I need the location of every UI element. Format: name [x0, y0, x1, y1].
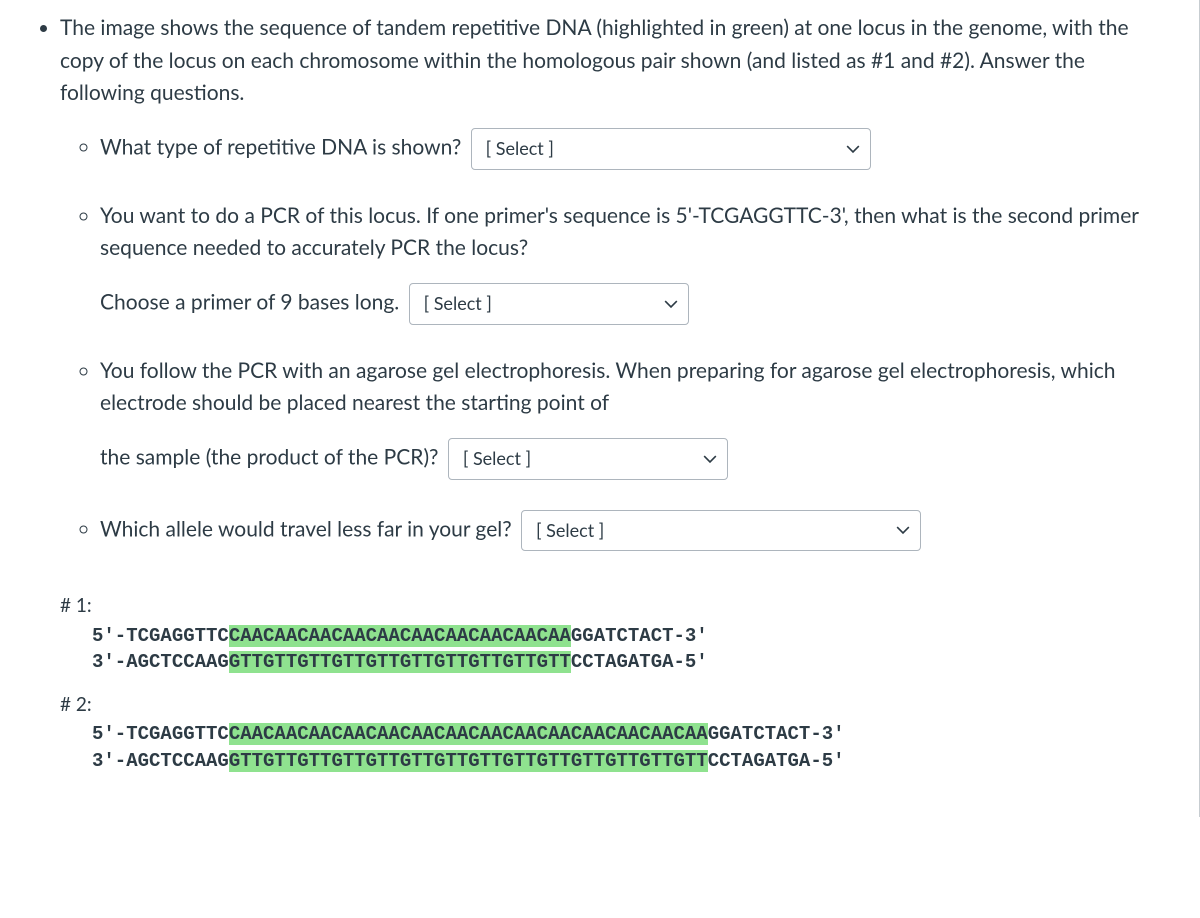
- seq-flank: GGATCTACT-3': [571, 625, 708, 647]
- question-page: The image shows the sequence of tandem r…: [0, 0, 1200, 817]
- chevron-down-icon: [896, 523, 910, 537]
- q1-select-label: [ Select ]: [486, 135, 554, 163]
- sub-question-3: You follow the PCR with an agarose gel e…: [100, 355, 1171, 480]
- sequence-block: # 1: 5'-TCGAGGTTCCAACAACAACAACAACAACAACA…: [60, 591, 1171, 774]
- sub-question-list: What type of repetitive DNA is shown? [ …: [60, 128, 1171, 552]
- seq-flank: 3'-AGCTCCAAG: [92, 651, 229, 673]
- allele-1-label: # 1:: [60, 591, 1171, 620]
- allele-2-label: # 2:: [60, 690, 1171, 719]
- q2-text-line1: You want to do a PCR of this locus. If o…: [100, 200, 1171, 265]
- seq-repeat-highlight: CAACAACAACAACAACAACAACAACAACAA: [229, 625, 571, 647]
- allele-2-bottom-strand: 3'-AGCTCCAAGGTTGTTGTTGTTGTTGTTGTTGTTGTTG…: [92, 748, 1171, 775]
- chevron-down-icon: [664, 297, 678, 311]
- q2-select[interactable]: [ Select ]: [409, 283, 689, 325]
- question-stem-item: The image shows the sequence of tandem r…: [60, 12, 1171, 775]
- allele-2-top-strand: 5'-TCGAGGTTCCAACAACAACAACAACAACAACAACAAC…: [92, 721, 1171, 748]
- q3-text-part1: You follow the PCR with an agarose gel e…: [100, 358, 1115, 416]
- outer-list: The image shows the sequence of tandem r…: [28, 12, 1171, 775]
- q4-select-label: [ Select ]: [536, 517, 604, 545]
- allele-2: # 2: 5'-TCGAGGTTCCAACAACAACAACAACAACAACA…: [60, 690, 1171, 775]
- q3-select[interactable]: [ Select ]: [448, 438, 728, 480]
- q3-select-label: [ Select ]: [463, 445, 531, 473]
- q4-text: Which allele would travel less far in yo…: [100, 516, 512, 541]
- seq-flank: CCTAGATGA-5': [571, 651, 708, 673]
- seq-flank: 3'-AGCTCCAAG: [92, 750, 229, 772]
- seq-flank: CCTAGATGA-5': [708, 750, 845, 772]
- q1-select[interactable]: [ Select ]: [471, 128, 871, 170]
- q3-text-part2: the sample (the product of the PCR)?: [100, 444, 438, 469]
- chevron-down-icon: [703, 452, 717, 466]
- allele-1-bottom-strand: 3'-AGCTCCAAGGTTGTTGTTGTTGTTGTTGTTGTTGTTG…: [92, 649, 1171, 676]
- seq-repeat-highlight: CAACAACAACAACAACAACAACAACAACAACAACAACAAC…: [229, 723, 708, 745]
- q2-select-label: [ Select ]: [424, 290, 492, 318]
- q2-text-line2: Choose a primer of 9 bases long.: [100, 289, 399, 314]
- sub-question-1: What type of repetitive DNA is shown? [ …: [100, 128, 1171, 170]
- allele-1: # 1: 5'-TCGAGGTTCCAACAACAACAACAACAACAACA…: [60, 591, 1171, 676]
- seq-flank: 5'-TCGAGGTTC: [92, 625, 229, 647]
- seq-flank: GGATCTACT-3': [708, 723, 845, 745]
- allele-2-sequences: 5'-TCGAGGTTCCAACAACAACAACAACAACAACAACAAC…: [92, 721, 1171, 774]
- sub-question-4: Which allele would travel less far in yo…: [100, 510, 1171, 552]
- seq-flank: 5'-TCGAGGTTC: [92, 723, 229, 745]
- chevron-down-icon: [846, 142, 860, 156]
- seq-repeat-highlight: GTTGTTGTTGTTGTTGTTGTTGTTGTTGTTGTTGTTGTTG…: [229, 750, 708, 772]
- q1-text: What type of repetitive DNA is shown?: [100, 134, 461, 159]
- intro-text: The image shows the sequence of tandem r…: [60, 12, 1171, 110]
- sub-question-2: You want to do a PCR of this locus. If o…: [100, 200, 1171, 325]
- allele-1-sequences: 5'-TCGAGGTTCCAACAACAACAACAACAACAACAACAAC…: [92, 623, 1171, 676]
- allele-1-top-strand: 5'-TCGAGGTTCCAACAACAACAACAACAACAACAACAAC…: [92, 623, 1171, 650]
- seq-repeat-highlight: GTTGTTGTTGTTGTTGTTGTTGTTGTTGTT: [229, 651, 571, 673]
- q4-select[interactable]: [ Select ]: [521, 510, 921, 552]
